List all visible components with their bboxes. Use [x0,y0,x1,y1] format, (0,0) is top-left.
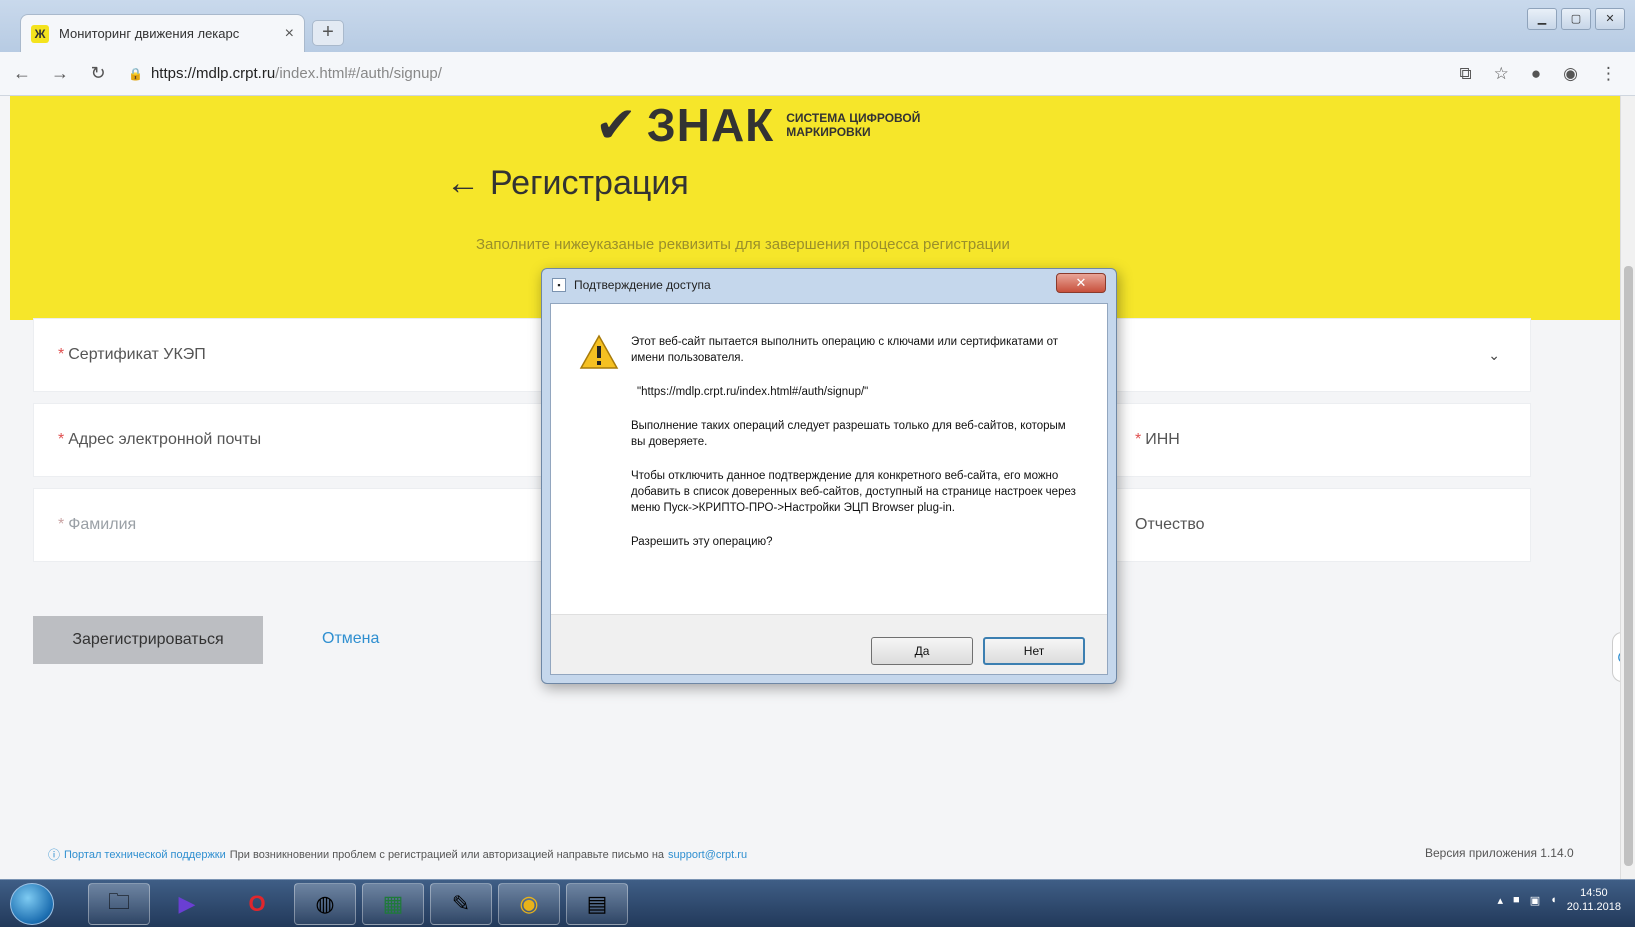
volume-icon[interactable]: ◖ [1550,894,1557,906]
chrome-taskbar-icon[interactable]: ◉ [498,883,560,925]
clock-time: 14:50 [1580,887,1608,899]
translate-icon[interactable]: ⧉ [1459,64,1471,84]
cancel-link[interactable]: Отмена [322,630,379,648]
close-tab-icon[interactable]: × [285,25,294,43]
windows-taskbar: 🗀 ▶ O ◍ ▦ ✎ ◉ ▤ ▴ ■ ▣ ◖ 14:50 20.11.2018 [0,879,1635,927]
email-label: Адрес электронной почты [68,431,262,448]
page-subtitle: Заполните нижеуказаные реквизиты для зав… [476,236,1010,253]
explorer-taskbar-icon[interactable]: 🗀 [88,883,150,925]
browser-toolbar: ← → ↻ 🔒 https://mdlp.crpt.ru/index.html#… [0,52,1635,96]
surname-label: Фамилия [68,516,137,533]
clock-date: 20.11.2018 [1566,901,1621,913]
address-bar[interactable]: 🔒 https://mdlp.crpt.ru/index.html#/auth/… [128,58,1388,90]
required-marker: * [58,516,65,533]
tab-title: Мониторинг движения лекарс [59,26,240,41]
required-marker: * [58,346,65,363]
maximize-button[interactable]: ▢ [1561,8,1591,30]
page-footer: ⓘ Портал технической поддержки При возни… [48,846,747,863]
certificate-label: Сертификат УКЭП [68,346,206,363]
page-title: Регистрация [490,164,689,202]
opera-taskbar-icon[interactable]: O [226,883,288,925]
dialog-message-1: Этот веб-сайт пытается выполнить операци… [631,336,1058,364]
new-tab-button[interactable]: + [312,20,344,46]
yes-button[interactable]: Да [871,637,973,665]
footer-text: При возникновении проблем с регистрацией… [229,848,665,861]
access-confirmation-dialog: ▪ Подтверждение доступа ✕ Этот веб-сайт … [541,268,1117,684]
required-marker: * [58,431,65,448]
logo-word: ЗНАК [646,99,775,151]
paint-taskbar-icon[interactable]: ✎ [430,883,492,925]
start-button[interactable] [10,883,54,925]
chevron-down-icon: ⌄ [1488,346,1500,363]
no-button[interactable]: Нет [983,637,1085,665]
page-title-row: ← Регистрация [446,164,689,203]
browser-tabstrip: Ж Мониторинг движения лекарс × + ▁ ▢ ✕ [0,0,1635,52]
forward-icon[interactable]: → [44,63,76,84]
system-tray: ▴ ■ ▣ ◖ 14:50 20.11.2018 [1498,886,1622,914]
lock-icon: 🔒 [128,66,143,81]
dialog-body: Этот веб-сайт пытается выполнить операци… [550,303,1108,675]
site-favicon-icon: Ж [31,24,49,43]
url-host: https://mdlp.crpt.ru [150,65,276,82]
tray-expand-icon[interactable]: ▴ [1498,894,1504,907]
scrollbar-thumb[interactable] [1624,266,1633,866]
dialog-message-area: Этот веб-сайт пытается выполнить операци… [551,304,1107,614]
dialog-close-button[interactable]: ✕ [1056,273,1106,293]
support-portal-link[interactable]: Портал технической поддержки [64,849,226,861]
tray-app-icon[interactable]: ■ [1513,894,1520,906]
znak-logo: ✔ ЗНАК СИСТЕМА ЦИФРОВОЙ МАРКИРОВКИ [595,96,976,154]
url-path: /index.html#/auth/signup/ [275,65,442,82]
dialog-title: Подтверждение доступа [574,278,711,292]
extension-icon[interactable]: ● [1531,64,1541,84]
excel-taskbar-icon[interactable]: ▦ [362,883,424,925]
dialog-question: Разрешить эту операцию? [631,536,773,548]
inn-label: ИНН [1145,431,1180,448]
patronymic-label: Отчество [1135,516,1205,533]
dialog-button-bar: Да Нет [551,614,1107,674]
dialog-message-2: Выполнение таких операций следует разреш… [631,420,1066,448]
support-email-link[interactable]: support@crpt.ru [668,849,747,861]
account-icon[interactable]: ◉ [1563,64,1578,84]
network-icon[interactable]: ▣ [1530,894,1540,907]
toolbar-icons: ⧉ ☆ ● ◉ ⋮ [1459,64,1635,84]
tray-clock[interactable]: 14:50 20.11.2018 [1567,886,1621,914]
browser-tab[interactable]: Ж Мониторинг движения лекарс × [20,14,305,52]
dialog-text: Этот веб-сайт пытается выполнить операци… [631,334,1081,568]
window-controls: ▁ ▢ ✕ [1527,8,1625,30]
menu-icon[interactable]: ⋮ [1600,64,1617,84]
reload-icon[interactable]: ↻ [82,63,114,84]
media-player-taskbar-icon[interactable]: ▶ [156,883,218,925]
warning-icon [579,334,619,369]
logo-subtitle: СИСТЕМА ЦИФРОВОЙ МАРКИРОВКИ [786,111,921,139]
page-scrollbar[interactable] [1620,96,1635,879]
back-icon[interactable]: ← [6,63,38,84]
required-marker: * [1135,431,1142,448]
close-window-button[interactable]: ✕ [1595,8,1625,30]
register-button[interactable]: Зарегистрироваться [33,616,263,664]
bookmark-star-icon[interactable]: ☆ [1494,64,1509,84]
dialog-titlebar: ▪ Подтверждение доступа [542,269,1116,301]
dialog-app-icon: ▪ [552,278,566,292]
minimize-button[interactable]: ▁ [1527,8,1557,30]
dialog-url: "https://mdlp.crpt.ru/index.html#/auth/s… [637,386,869,398]
dialog-message-3: Чтобы отключить данное подтверждение для… [631,470,1076,514]
check-logo-icon: ✔ [595,97,637,153]
app-version: Версия приложения 1.14.0 [1425,846,1574,860]
firefox-taskbar-icon[interactable]: ◍ [294,883,356,925]
back-arrow-icon[interactable]: ← [446,164,480,203]
help-icon: ⓘ [48,848,61,862]
notepad-taskbar-icon[interactable]: ▤ [566,883,628,925]
